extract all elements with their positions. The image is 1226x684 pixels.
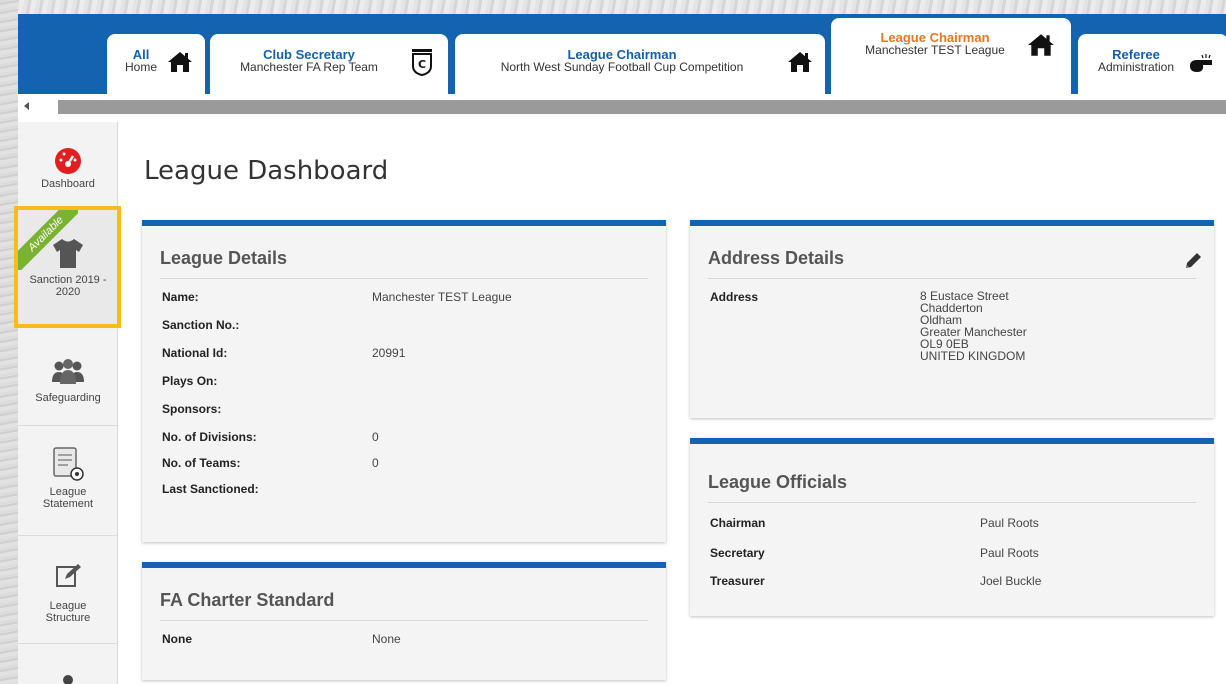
tab-subtitle: Manchester FA Rep Team <box>240 60 378 74</box>
background-texture-left <box>0 0 18 684</box>
charter-standard-panel: FA Charter Standard None None <box>142 562 666 680</box>
detail-label: No. of Divisions: <box>162 430 257 444</box>
detail-label: Sponsors: <box>162 402 222 416</box>
tab-subtitle: Home <box>124 60 157 74</box>
sidebar-item-label: Safeguarding <box>35 392 101 404</box>
tab-club-secretary[interactable]: Club Secretary Manchester FA Rep Team C <box>210 34 448 94</box>
tab-all-home[interactable]: All Home <box>107 34 205 94</box>
edit-icon <box>56 564 81 587</box>
tab-league-chairman-nw-sunday[interactable]: League Chairman North West Sunday Footba… <box>455 34 825 94</box>
detail-value: 0 <box>372 456 379 470</box>
document-football-icon <box>53 447 84 481</box>
tab-subtitle: Administration <box>1097 60 1175 74</box>
detail-label: Plays On: <box>162 374 218 388</box>
sidebar-item-league-structure[interactable]: League Structure <box>18 536 118 644</box>
detail-value: Manchester TEST League <box>372 290 512 304</box>
official-role: Chairman <box>710 516 766 530</box>
whistle-icon <box>1190 54 1212 72</box>
dashboard-gauge-icon <box>55 148 81 174</box>
address-line: UNITED KINGDOM <box>920 349 1026 363</box>
tab-referee-administration[interactable]: Referee Administration <box>1078 34 1226 94</box>
people-icon <box>52 359 84 384</box>
highlight-annotation <box>14 206 121 328</box>
home-icon <box>788 52 812 72</box>
league-details-panel: League Details Name: Manchester TEST Lea… <box>142 220 666 542</box>
club-badge-icon: C <box>412 49 432 76</box>
divider <box>160 278 648 279</box>
main-content: League Dashboard League Details Name: Ma… <box>118 122 1226 684</box>
svg-text:C: C <box>418 58 426 71</box>
official-name: Paul Roots <box>980 516 1039 530</box>
tab-subtitle: North West Sunday Football Cup Competiti… <box>500 60 744 74</box>
detail-label: No. of Teams: <box>162 456 241 470</box>
sidebar-item-league-statement[interactable]: League Statement <box>18 426 118 536</box>
official-name: Joel Buckle <box>980 574 1042 588</box>
page-title: League Dashboard <box>144 156 389 186</box>
official-role: Treasurer <box>710 574 765 588</box>
detail-label: Last Sanctioned: <box>162 482 259 496</box>
detail-value: 0 <box>372 430 379 444</box>
address-label: Address <box>710 290 759 304</box>
panel-title: League Officials <box>708 472 848 492</box>
detail-label: Name: <box>162 290 199 304</box>
panel-title: Address Details <box>708 248 845 268</box>
tab-subtitle: Manchester TEST League <box>865 43 1005 57</box>
panel-title: League Details <box>160 248 288 268</box>
home-icon <box>168 52 192 72</box>
scrollbar-track[interactable] <box>58 100 1226 114</box>
league-officials-panel: League Officials Chairman Paul Roots Sec… <box>690 438 1214 616</box>
address-details-panel: Address Details Address 8 Eustace Street… <box>690 220 1214 418</box>
divider <box>708 502 1196 503</box>
sidebar-item-label: League Structure <box>45 600 91 624</box>
charter-label: None <box>162 632 192 646</box>
divider <box>708 278 1196 279</box>
sidebar-item-safeguarding[interactable]: Safeguarding <box>18 328 118 426</box>
detail-label: National Id: <box>162 346 228 360</box>
sidebar-item-more[interactable] <box>18 644 118 684</box>
tab-scrollbar[interactable] <box>18 94 1226 122</box>
detail-value: 20991 <box>372 346 406 360</box>
edit-pencil-icon[interactable] <box>1184 252 1202 270</box>
charter-value: None <box>372 632 401 646</box>
tab-league-chairman-manchester-test[interactable]: League Chairman Manchester TEST League <box>831 18 1071 94</box>
divider <box>160 620 648 621</box>
sidebar-item-label: Dashboard <box>41 178 95 190</box>
official-role: Secretary <box>710 546 765 560</box>
scroll-left-arrow-icon[interactable] <box>24 102 29 110</box>
detail-label: Sanction No.: <box>162 318 240 332</box>
role-tab-bar: All Home Club Secretary Manchester FA Re… <box>18 14 1226 94</box>
official-name: Paul Roots <box>980 546 1039 560</box>
background-texture <box>0 0 1226 14</box>
address-block: 8 Eustace Street Chadderton Oldham Great… <box>920 290 1027 362</box>
home-icon <box>1028 34 1054 56</box>
panel-title: FA Charter Standard <box>160 590 335 610</box>
sidebar-item-label: League Statement <box>42 486 94 510</box>
person-icon <box>63 675 73 684</box>
